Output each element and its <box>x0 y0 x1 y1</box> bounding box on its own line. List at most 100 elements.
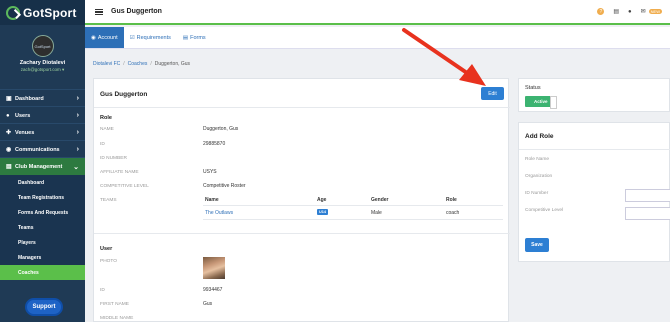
sub-item-forms-and-requests[interactable]: Forms And Requests <box>0 205 85 220</box>
field-label-photo: PHOTO <box>100 259 117 264</box>
field-value-name: Duggerton, Gus <box>203 126 239 132</box>
sidebar: GotSport GotSport Zachary Diotalevi zach… <box>0 0 85 322</box>
tab-requirements[interactable]: ☑ Requirements <box>124 27 177 48</box>
add-role-title: Add Role <box>525 133 554 140</box>
tab-bar: ◉ Account ☑ Requirements ▤ Forms <box>85 27 670 49</box>
breadcrumb-current: Duggerton, Gus <box>154 61 191 67</box>
nav-item-label: Club Management <box>15 163 63 170</box>
tab-label: Requirements <box>136 34 171 41</box>
breadcrumb: Diotalevi FC / Coaches / Duggerton, Gus <box>93 61 190 67</box>
add-role-card: Add Role Role Name Organization ID Numbe… <box>518 122 670 262</box>
id-number-input[interactable] <box>625 189 670 202</box>
team-role: coach <box>446 210 460 216</box>
field-value-competitive-level: Competitive Roster <box>203 183 246 189</box>
gotsport-logo-icon <box>6 5 20 20</box>
page-title: Gus Duggerton <box>111 8 162 15</box>
edit-button[interactable]: Edit <box>481 87 504 100</box>
field-value-affiliate-name: USYS <box>203 169 217 175</box>
user-profile: GotSport Zachary Diotalevi zach@gotsport… <box>0 25 85 83</box>
profile-name: Zachary Diotalevi <box>19 60 66 66</box>
divider <box>94 107 510 108</box>
forms-icon: ▤ <box>182 34 189 41</box>
divider <box>519 149 670 150</box>
field-label-affiliate-name: AFFILIATE NAME <box>100 170 139 175</box>
sub-item-team-registrations[interactable]: Team Registrations <box>0 190 85 205</box>
sub-item-dashboard[interactable]: Dashboard <box>0 175 85 190</box>
nav-item-communications[interactable]: ◉ Communications › <box>0 140 85 158</box>
field-label-user-id: ID <box>100 288 105 293</box>
user-photo <box>203 257 225 279</box>
column-header-gender: Gender <box>371 197 389 203</box>
team-name-link[interactable]: The Outlaws <box>205 210 233 216</box>
help-icon[interactable]: ? <box>597 8 605 15</box>
competitive-level-label: Competitive Level <box>525 208 564 213</box>
user-section-heading: User <box>100 246 113 252</box>
tab-label: Forms <box>190 34 206 41</box>
field-label-teams: TEAMS <box>100 198 117 203</box>
field-label-first-name: FIRST NAME <box>100 302 129 307</box>
header-icons: ? ▤ ● ✉ NEW <box>597 8 662 15</box>
dashboard-icon: ▣ <box>6 95 12 102</box>
sub-item-managers[interactable]: Managers <box>0 250 85 265</box>
role-name-label: Role Name <box>525 157 549 162</box>
column-header-age: Age <box>317 197 327 203</box>
breadcrumb-coaches[interactable]: Coaches <box>128 61 148 67</box>
field-value-first-name: Gus <box>203 301 213 307</box>
nav-item-venues[interactable]: ✚ Venues › <box>0 123 85 141</box>
field-label-middle-name: MIDDLE NAME <box>100 316 134 321</box>
account-icon: ◉ <box>91 34 96 41</box>
top-header: Gus Duggerton ? ▤ ● ✉ NEW <box>85 0 670 25</box>
users-icon: ● <box>6 112 10 119</box>
hamburger-menu-icon[interactable] <box>95 8 103 15</box>
role-section-heading: Role <box>100 115 112 121</box>
mail-icon[interactable]: ✉ <box>641 8 646 15</box>
nav-item-club-management[interactable]: ▤ Club Management ⌄ <box>0 157 85 175</box>
sub-item-players[interactable]: Players <box>0 235 85 250</box>
tab-forms[interactable]: ▤ Forms <box>177 27 212 48</box>
sub-item-coaches[interactable]: Coaches <box>0 265 85 280</box>
status-card: Status Active <box>518 78 670 112</box>
status-toggle[interactable]: Active <box>525 96 557 109</box>
breadcrumb-separator: / <box>150 61 152 67</box>
chevron-right-icon: › <box>76 146 79 153</box>
nav-item-label: Users <box>15 112 31 119</box>
sub-item-teams[interactable]: Teams <box>0 220 85 235</box>
field-label-name: NAME <box>100 127 114 132</box>
checklist-icon: ☑ <box>129 34 135 41</box>
club-management-icon: ▤ <box>6 163 12 170</box>
column-header-name: Name <box>205 197 219 203</box>
status-label: Status <box>525 85 541 91</box>
organization-label: Organization <box>525 174 553 179</box>
chevron-right-icon: › <box>76 95 79 102</box>
support-button[interactable]: Support <box>25 298 63 316</box>
competitive-level-input[interactable] <box>625 207 670 220</box>
column-header-role: Role <box>446 197 457 203</box>
user-icon[interactable]: ● <box>628 9 632 15</box>
chevron-down-icon: ⌄ <box>73 163 79 171</box>
breadcrumb-separator: / <box>123 61 125 67</box>
chevron-right-icon: › <box>76 112 79 119</box>
chevron-down-icon: ▾ <box>62 67 65 72</box>
tab-account[interactable]: ◉ Account <box>85 27 124 48</box>
breadcrumb-club[interactable]: Diotalevi FC <box>93 61 120 67</box>
brand-logo[interactable]: GotSport <box>0 0 85 25</box>
divider <box>94 233 510 234</box>
avatar: GotSport <box>31 35 54 57</box>
nav-item-label: Communications <box>15 146 60 153</box>
table-divider <box>203 205 503 206</box>
field-value-id: 29885870 <box>203 141 226 147</box>
profile-email-dropdown[interactable]: zach@gotsport.com ▾ <box>0 67 85 73</box>
nav-item-dashboard[interactable]: ▣ Dashboard › <box>0 89 85 107</box>
coach-detail-card: Gus Duggerton Edit Role NAME Duggerton, … <box>93 78 510 322</box>
nav-item-label: Dashboard <box>15 95 44 102</box>
field-value-user-id: 9934467 <box>203 287 223 293</box>
nav-item-users[interactable]: ● Users › <box>0 106 85 124</box>
save-button[interactable]: Save <box>525 238 549 252</box>
table-divider <box>203 219 503 220</box>
age-badge: U14 <box>317 209 328 215</box>
communications-icon: ◉ <box>6 146 12 153</box>
profile-email: zach@gotsport.com <box>20 67 61 72</box>
notification-badge: NEW <box>648 9 662 14</box>
field-label-id: ID <box>100 142 105 147</box>
list-icon[interactable]: ▤ <box>613 8 619 15</box>
